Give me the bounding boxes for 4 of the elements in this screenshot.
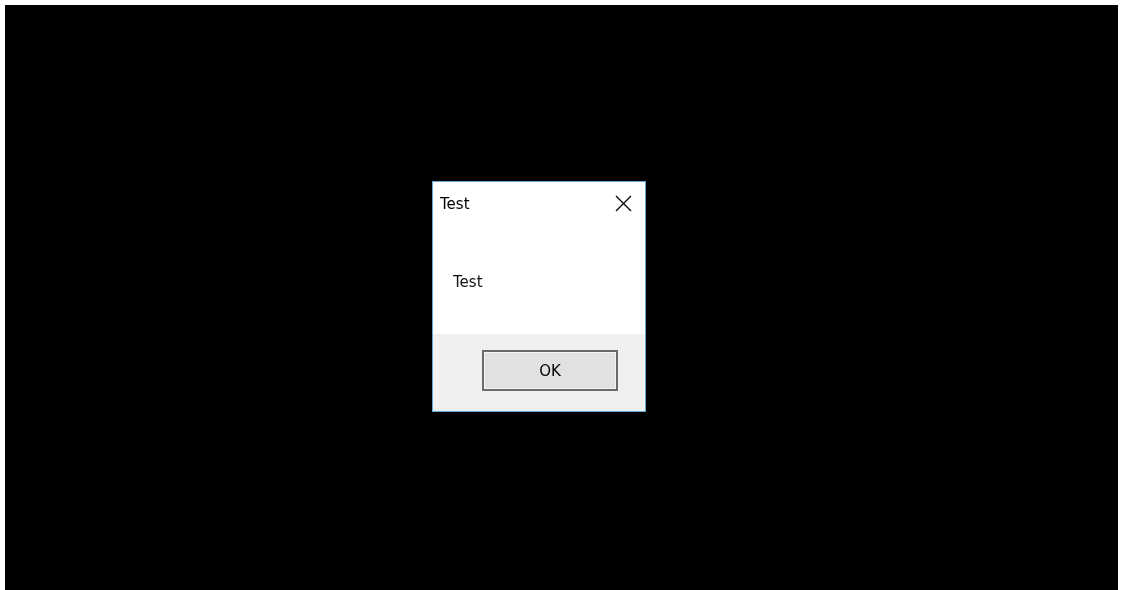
close-icon [614, 195, 632, 212]
message-text: Test [453, 273, 483, 291]
ok-button[interactable]: OK [482, 350, 618, 391]
window-title: Test [440, 194, 470, 213]
